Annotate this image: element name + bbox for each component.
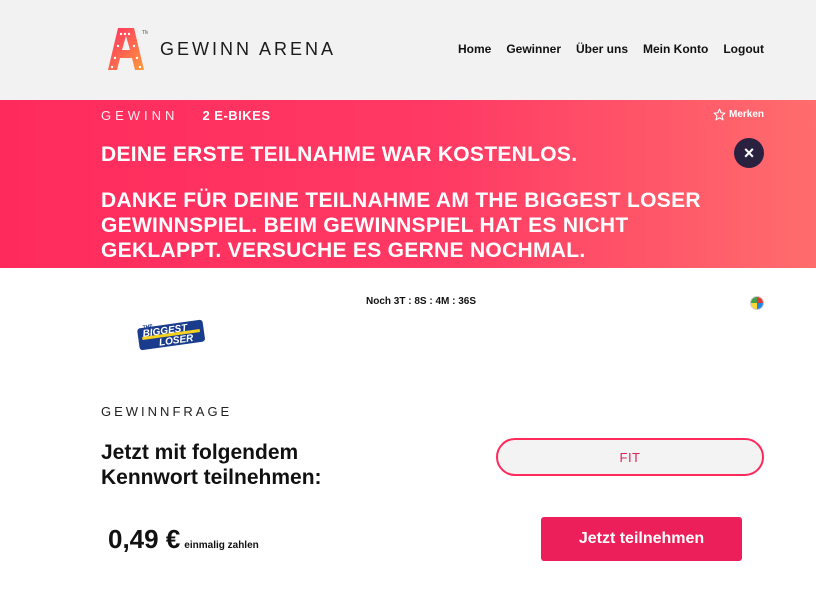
nav-mein-konto[interactable]: Mein Konto	[643, 42, 708, 56]
nav-home[interactable]: Home	[458, 42, 491, 56]
brand-name: GEWINN ARENA	[160, 38, 337, 59]
question-line-2: Kennwort teilnehmen:	[101, 466, 322, 489]
merken-button[interactable]: Merken	[713, 108, 764, 121]
keyword-field[interactable]: FIT	[496, 438, 764, 476]
price-info: 0,49 € einmalig zahlen	[108, 524, 259, 555]
channel-logo-icon	[750, 296, 764, 310]
price-note: einmalig zahlen	[184, 540, 259, 551]
nav-gewinner[interactable]: Gewinner	[506, 42, 561, 56]
main-nav: Home Gewinner Über uns Mein Konto Logout	[458, 42, 764, 56]
countdown-timer: Noch 3T : 8S : 4M : 36S	[366, 296, 477, 307]
show-logo: THE BIGGEST LOSER	[132, 314, 210, 354]
nav-ueber-uns[interactable]: Über uns	[576, 42, 628, 56]
site-header: TM GEWINN ARENA Home Gewinner Über uns M…	[0, 0, 816, 100]
free-entry-message: Deine erste Teilnahme war kostenlos.	[101, 143, 578, 166]
result-banner: GEWINN 2 E-BIKES Merken Deine erste Teil…	[0, 100, 816, 268]
gewinnfrage-label: GEWINNFRAGE	[101, 404, 233, 419]
gewinn-label: GEWINN	[101, 108, 179, 123]
prize-title: 2 E-BIKES	[202, 108, 271, 123]
question-line-1: Jetzt mit folgendem	[101, 441, 299, 464]
participate-button[interactable]: Jetzt teilnehmen	[541, 517, 742, 561]
question-text: Jetzt mit folgendem Kennwort teilnehmen:	[101, 440, 322, 490]
star-icon	[713, 108, 726, 121]
svg-text:TM: TM	[142, 30, 148, 36]
brand-logo[interactable]: TM GEWINN ARENA	[104, 26, 336, 72]
result-message: Danke für deine Teilnahme am The Biggest…	[101, 189, 701, 262]
nav-logout[interactable]: Logout	[723, 42, 764, 56]
merken-label: Merken	[728, 109, 764, 120]
price-amount: 0,49 €	[108, 524, 181, 554]
prize-header: GEWINN 2 E-BIKES	[101, 108, 271, 123]
close-button[interactable]: ×	[734, 138, 764, 168]
arena-a-logo-icon: TM	[104, 26, 149, 72]
close-icon: ×	[743, 142, 755, 163]
